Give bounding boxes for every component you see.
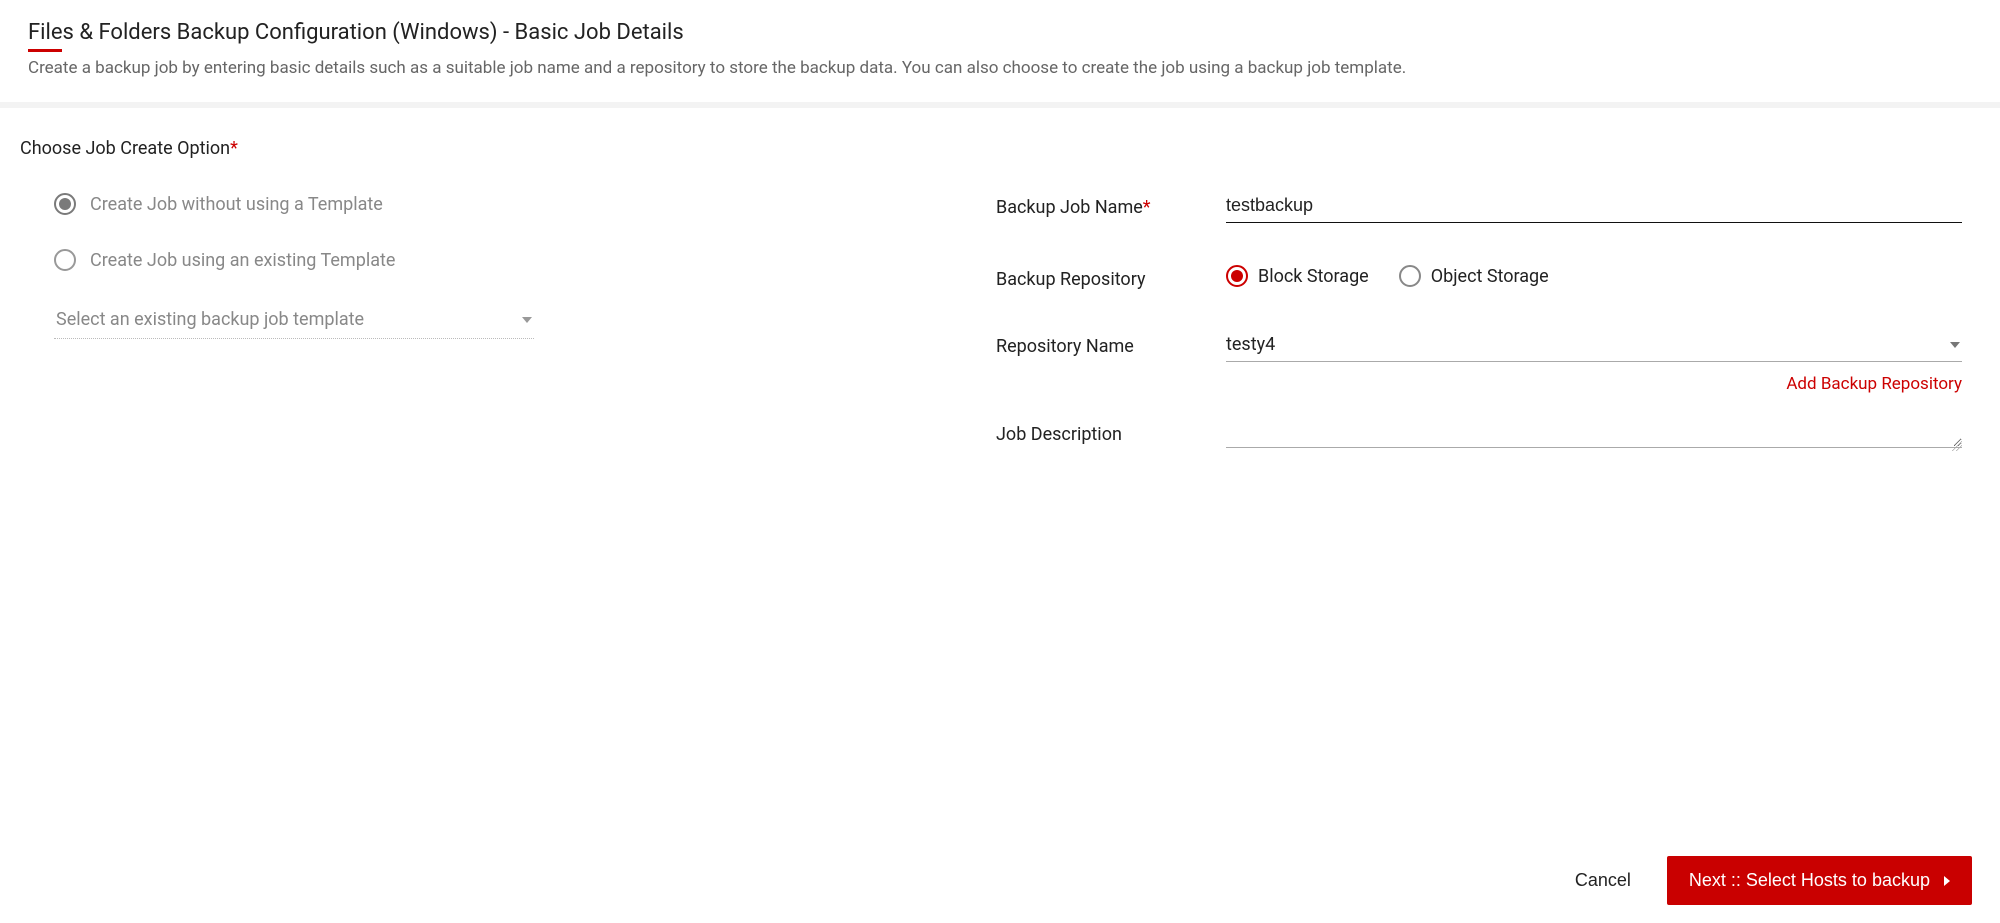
right-column: Backup Job Name* Backup Repository Block… bbox=[996, 193, 1972, 495]
job-description-input[interactable] bbox=[1226, 420, 1962, 448]
repo-radio-object-storage[interactable]: Object Storage bbox=[1399, 265, 1549, 287]
repo-name-field: testy4 Add Backup Repository bbox=[1226, 332, 1962, 394]
chevron-down-icon bbox=[522, 317, 532, 323]
radio-icon bbox=[54, 249, 76, 271]
choose-option-label: Choose Job Create Option* bbox=[20, 138, 1972, 159]
row-backup-repo: Backup Repository Block Storage Object S… bbox=[996, 265, 1962, 290]
job-name-label: Backup Job Name* bbox=[996, 193, 1226, 218]
required-asterisk: * bbox=[1143, 197, 1151, 218]
page-title: Files & Folders Backup Configuration (Wi… bbox=[28, 20, 684, 51]
row-repo-name: Repository Name testy4 Add Backup Reposi… bbox=[996, 332, 1962, 394]
job-name-field bbox=[1226, 193, 1962, 223]
repo-radio-group: Block Storage Object Storage bbox=[1226, 265, 1962, 287]
repo-radio-block-storage[interactable]: Block Storage bbox=[1226, 265, 1369, 287]
template-select[interactable]: Select an existing backup job template bbox=[54, 305, 534, 339]
radio-label: Create Job without using a Template bbox=[90, 194, 383, 215]
page-header: Files & Folders Backup Configuration (Wi… bbox=[0, 0, 2000, 108]
cancel-button[interactable]: Cancel bbox=[1567, 860, 1639, 901]
footer-actions: Cancel Next :: Select Hosts to backup bbox=[0, 838, 2000, 923]
radio-create-with-template[interactable]: Create Job using an existing Template bbox=[54, 249, 996, 271]
radio-icon bbox=[1226, 265, 1248, 287]
choose-option-text: Choose Job Create Option bbox=[20, 138, 230, 159]
left-column: Create Job without using a Template Crea… bbox=[20, 193, 996, 339]
repo-name-label: Repository Name bbox=[996, 332, 1226, 357]
backup-repo-label: Backup Repository bbox=[996, 265, 1226, 290]
radio-label: Block Storage bbox=[1258, 266, 1369, 287]
repo-name-value: testy4 bbox=[1226, 334, 1275, 355]
next-button-label: Next :: Select Hosts to backup bbox=[1689, 870, 1930, 891]
label-text: Backup Job Name bbox=[996, 197, 1143, 218]
radio-icon bbox=[54, 193, 76, 215]
radio-label: Object Storage bbox=[1431, 266, 1549, 287]
job-description-label: Job Description bbox=[996, 420, 1226, 445]
next-button[interactable]: Next :: Select Hosts to backup bbox=[1667, 856, 1972, 905]
row-job-name: Backup Job Name* bbox=[996, 193, 1962, 223]
page-subtitle: Create a backup job by entering basic de… bbox=[28, 58, 1972, 78]
template-select-placeholder: Select an existing backup job template bbox=[56, 309, 364, 330]
radio-create-without-template[interactable]: Create Job without using a Template bbox=[54, 193, 996, 215]
radio-icon bbox=[1399, 265, 1421, 287]
two-column-layout: Create Job without using a Template Crea… bbox=[20, 193, 1972, 495]
row-job-description: Job Description bbox=[996, 420, 1962, 453]
chevron-right-icon bbox=[1944, 876, 1950, 886]
content: Choose Job Create Option* Create Job wit… bbox=[0, 108, 2000, 515]
job-description-field bbox=[1226, 420, 1962, 453]
chevron-down-icon bbox=[1950, 342, 1960, 348]
add-backup-repository-link[interactable]: Add Backup Repository bbox=[1226, 374, 1962, 394]
job-name-input[interactable] bbox=[1226, 193, 1962, 223]
radio-label: Create Job using an existing Template bbox=[90, 250, 395, 271]
repo-name-select[interactable]: testy4 bbox=[1226, 332, 1962, 362]
required-asterisk: * bbox=[230, 138, 238, 159]
